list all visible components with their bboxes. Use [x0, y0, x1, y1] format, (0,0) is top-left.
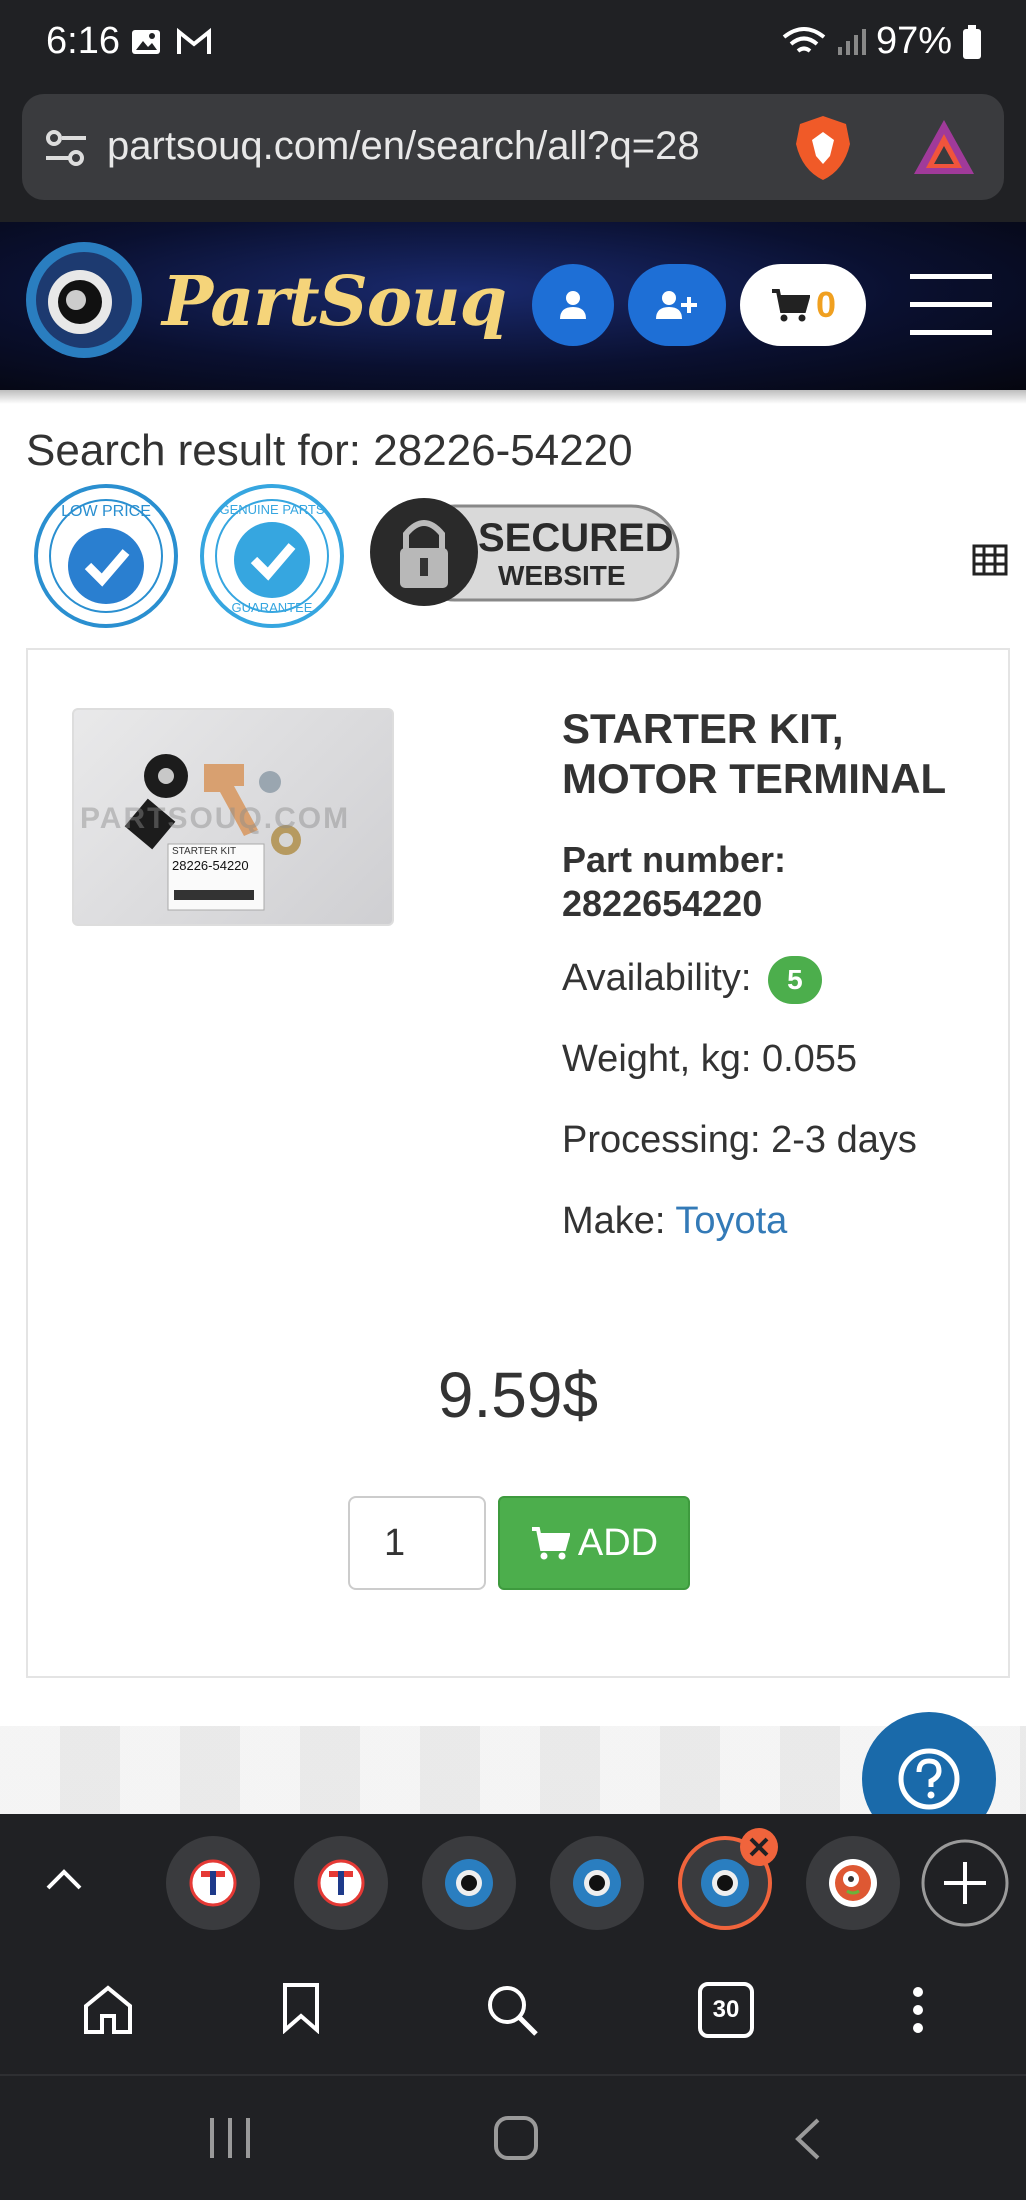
cart-icon	[531, 1527, 570, 1560]
make-link[interactable]: Toyota	[675, 1200, 787, 1242]
tab-partsouq-1[interactable]	[422, 1836, 516, 1930]
battery-percent: 97%	[875, 20, 952, 62]
brave-rewards-icon[interactable]	[912, 118, 976, 176]
product-name[interactable]: STARTER KIT, MOTOR TERMINAL	[562, 704, 992, 804]
new-tab-icon[interactable]	[920, 1838, 1010, 1928]
t-favicon-icon	[317, 1859, 365, 1907]
part-number-value: 2822654220	[562, 883, 763, 924]
user-plus-icon	[656, 291, 697, 319]
tab-switcher-button[interactable]: 30	[698, 1982, 754, 2038]
tab-duckduckgo[interactable]	[806, 1836, 900, 1930]
weight-row: Weight, kg: 0.055	[562, 1038, 858, 1080]
address-bar[interactable]: partsouq.com/en/search/all?q=28	[22, 94, 1004, 200]
menu-icon[interactable]	[908, 272, 994, 338]
svg-text:GUARANTEE: GUARANTEE	[232, 600, 313, 615]
quantity-input[interactable]: 1	[348, 1496, 486, 1590]
back-icon[interactable]	[790, 2116, 824, 2162]
close-tab-icon[interactable]	[738, 1826, 780, 1868]
chevron-up-icon[interactable]	[44, 1866, 84, 1892]
make-row: Make: Toyota	[562, 1200, 992, 1243]
availability-badge: 5	[767, 956, 822, 1004]
search-result-title: Search result for: 28226-54220	[26, 426, 633, 475]
cart-button[interactable]: 0	[740, 264, 866, 346]
tab-strip	[0, 1814, 1026, 1948]
product-price: 9.59$	[437, 1359, 599, 1431]
make-label: Make:	[562, 1200, 666, 1242]
secured-website-badge: SECURED WEBSITE	[368, 492, 680, 614]
grid-view-icon[interactable]	[972, 544, 1008, 576]
duckduckgo-favicon-icon	[829, 1859, 877, 1907]
notification-icons	[130, 26, 212, 58]
partsouq-favicon-icon	[445, 1859, 493, 1907]
add-button-label: ADD	[577, 1521, 659, 1564]
tab-partsouq-2[interactable]	[550, 1836, 644, 1930]
partsouq-favicon-icon	[573, 1859, 621, 1907]
processing-row: Processing: 2-3 days	[562, 1119, 917, 1161]
wifi-icon	[782, 26, 826, 53]
login-button[interactable]	[532, 264, 614, 346]
website-text: WEBSITE	[498, 560, 626, 591]
availability-row: Availability: 5	[562, 956, 992, 1004]
site-header: PartSouq 0	[0, 222, 1026, 404]
cart-count: 0	[815, 284, 837, 325]
signal-icon	[837, 28, 866, 55]
svg-text:LOW PRICE: LOW PRICE	[61, 503, 151, 520]
product-card: PARTSOUQ.COM STARTER KIT 28226-54220 STA…	[26, 648, 1010, 1678]
availability-label: Availability:	[562, 957, 752, 1000]
image-watermark: PARTSOUQ.COM	[80, 802, 351, 835]
product-label-line2: 28226-54220	[172, 858, 249, 873]
svg-text:GENUINE PARTS: GENUINE PARTS	[220, 502, 325, 517]
home-icon[interactable]	[82, 1984, 134, 2036]
bookmark-icon[interactable]	[282, 1982, 320, 2034]
user-icon	[560, 291, 586, 319]
product-label-line1: STARTER KIT	[172, 846, 237, 857]
low-price-badge: LOW PRICE	[34, 484, 178, 628]
secured-text: SECURED	[478, 516, 674, 560]
part-number-row: Part number: 2822654220	[562, 838, 992, 926]
recent-apps-icon[interactable]	[206, 2116, 254, 2160]
brand-name[interactable]: PartSouq	[162, 262, 507, 342]
tab-t-1[interactable]	[166, 1836, 260, 1930]
browser-toolbar: 30	[0, 1948, 1026, 2072]
product-image[interactable]: PARTSOUQ.COM STARTER KIT 28226-54220	[72, 708, 394, 926]
system-navigation-bar	[0, 2074, 1026, 2200]
cart-icon	[771, 289, 810, 322]
page-content: Search result for: 28226-54220 LOW PRICE…	[0, 404, 1026, 1846]
gallery-icon	[132, 30, 160, 54]
site-settings-icon[interactable]	[44, 128, 88, 168]
t-favicon-icon	[189, 1859, 237, 1907]
partsouq-logo[interactable]	[22, 236, 146, 362]
more-options-icon[interactable]	[910, 1986, 926, 2034]
add-to-cart-button[interactable]: ADD	[498, 1496, 690, 1590]
url-text[interactable]: partsouq.com/en/search/all?q=28	[107, 124, 787, 169]
part-number-label: Part number:	[562, 839, 787, 880]
genuine-parts-badge: GENUINE PARTS GUARANTEE	[200, 484, 344, 628]
clock: 6:16	[46, 20, 120, 62]
tab-t-2[interactable]	[294, 1836, 388, 1930]
register-button[interactable]	[628, 264, 726, 346]
product-name-line1: STARTER KIT,	[562, 705, 844, 752]
home-nav-icon[interactable]	[492, 2114, 540, 2162]
tab-count: 30	[712, 1996, 740, 2023]
question-icon	[898, 1748, 960, 1810]
brave-shields-icon[interactable]	[792, 114, 854, 182]
battery-icon	[963, 24, 981, 59]
gmail-icon	[177, 27, 211, 54]
search-icon[interactable]	[484, 1982, 540, 2038]
product-info: STARTER KIT, MOTOR TERMINAL Part number:…	[562, 704, 992, 1243]
product-name-line2: MOTOR TERMINAL	[562, 755, 947, 802]
status-bar: 6:16 97%	[0, 0, 1026, 92]
